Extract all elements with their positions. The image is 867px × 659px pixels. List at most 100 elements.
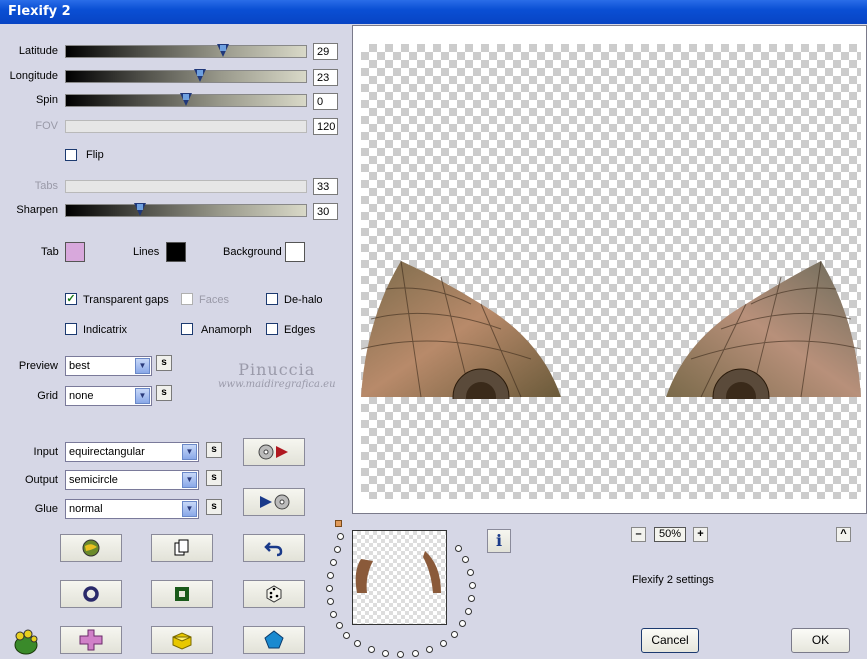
cube-button[interactable] (151, 626, 213, 654)
zoom-out-button[interactable]: – (631, 527, 646, 542)
latitude-value[interactable]: 29 (313, 43, 338, 60)
navigator-dot[interactable] (397, 651, 404, 658)
latitude-slider[interactable] (65, 44, 307, 58)
title-bar: Flexify 2 (0, 0, 867, 24)
chevron-down-icon[interactable]: ▼ (182, 444, 197, 460)
navigator-dot[interactable] (354, 640, 361, 647)
chevron-down-icon[interactable]: ▼ (135, 358, 150, 374)
transparent-gaps-checkbox[interactable]: ✓ (65, 293, 77, 305)
navigator-dot[interactable] (330, 559, 337, 566)
latitude-label: Latitude (18, 45, 58, 57)
spin-thumb[interactable] (180, 93, 192, 106)
longitude-value[interactable]: 23 (313, 69, 338, 86)
randomize-globe-button[interactable] (60, 534, 122, 562)
lines-color-swatch[interactable] (166, 242, 186, 262)
navigator-dot[interactable] (440, 640, 447, 647)
navigator-dot[interactable] (327, 598, 334, 605)
pentagon-button[interactable] (243, 626, 305, 654)
input-select[interactable]: equirectangular ▼ (65, 442, 199, 462)
dice-icon (266, 585, 282, 603)
ok-button[interactable]: OK (791, 628, 850, 653)
output-label: Output (24, 474, 58, 486)
tabs-slider (65, 180, 307, 193)
longitude-slider[interactable] (65, 69, 307, 83)
input-s-button[interactable]: s (206, 442, 222, 458)
ring-button[interactable] (60, 580, 122, 608)
edges-checkbox[interactable] (266, 323, 278, 335)
square-button[interactable] (151, 580, 213, 608)
preview-canvas[interactable] (352, 25, 867, 514)
tab-color-swatch[interactable] (65, 242, 85, 262)
navigator-dot[interactable] (455, 545, 462, 552)
glue-s-button[interactable]: s (206, 499, 222, 515)
faces-checkbox (181, 293, 193, 305)
sharpen-slider[interactable] (65, 203, 307, 217)
output-s-button[interactable]: s (206, 470, 222, 486)
copy-button[interactable] (151, 534, 213, 562)
zoom-in-button[interactable]: + (693, 527, 708, 542)
navigator-dot[interactable] (412, 650, 419, 657)
navigator-dot[interactable] (451, 631, 458, 638)
sharpen-thumb[interactable] (134, 203, 146, 216)
background-color-swatch[interactable] (285, 242, 305, 262)
chevron-down-icon[interactable]: ▼ (182, 472, 197, 488)
de-halo-checkbox[interactable] (266, 293, 278, 305)
undo-button[interactable] (243, 534, 305, 562)
spin-slider[interactable] (65, 93, 307, 107)
cancel-button[interactable]: Cancel (641, 628, 699, 653)
preview-select[interactable]: best ▼ (65, 356, 152, 376)
navigator-thumbnail[interactable] (352, 530, 447, 625)
navigator-dot[interactable] (426, 646, 433, 653)
grid-select[interactable]: none ▼ (65, 386, 152, 406)
navigator-dot[interactable] (462, 556, 469, 563)
navigator-dot[interactable] (327, 572, 334, 579)
anamorph-checkbox[interactable] (181, 323, 193, 335)
navigator-marker[interactable] (335, 520, 342, 527)
transparent-gaps-label: Transparent gaps (83, 294, 169, 306)
navigator-dot[interactable] (465, 608, 472, 615)
ring-icon (83, 586, 99, 602)
swap-input-output-button[interactable] (243, 438, 305, 466)
navigator-dot[interactable] (326, 585, 333, 592)
output-select[interactable]: semicircle ▼ (65, 470, 199, 490)
preview-select-value: best (69, 360, 90, 372)
chevron-down-icon[interactable]: ▼ (182, 501, 197, 517)
thumbnail-render (355, 551, 441, 593)
check-mark-icon: ✓ (66, 293, 76, 305)
grid-s-button[interactable]: s (156, 385, 172, 401)
tabs-value[interactable]: 33 (313, 178, 338, 195)
info-button[interactable]: i (487, 529, 511, 553)
fov-value[interactable]: 120 (313, 118, 338, 135)
navigator-dot[interactable] (334, 546, 341, 553)
glue-select[interactable]: normal ▼ (65, 499, 199, 519)
navigator-dot[interactable] (330, 611, 337, 618)
preview-s-button[interactable]: s (156, 355, 172, 371)
dice-button[interactable] (243, 580, 305, 608)
anamorph-label: Anamorph (201, 324, 252, 336)
navigator-dot[interactable] (468, 595, 475, 602)
navigator-dot[interactable] (368, 646, 375, 653)
navigator-dot[interactable] (467, 569, 474, 576)
navigator-dot[interactable] (382, 650, 389, 657)
watermark-title: Pinuccia (238, 360, 316, 379)
flip-checkbox[interactable] (65, 149, 77, 161)
chevron-down-icon[interactable]: ▼ (135, 388, 150, 404)
swap-output-input-button[interactable] (243, 488, 305, 516)
navigator-dot[interactable] (459, 620, 466, 627)
copy-icon (174, 539, 189, 556)
sharpen-value[interactable]: 30 (313, 203, 338, 220)
longitude-thumb[interactable] (194, 69, 206, 82)
latitude-thumb[interactable] (217, 44, 229, 57)
spin-value[interactable]: 0 (313, 93, 338, 110)
input-label: Input (33, 446, 58, 458)
navigator-dot[interactable] (469, 582, 476, 589)
navigator-dot[interactable] (336, 622, 343, 629)
de-halo-label: De-halo (284, 294, 323, 306)
watermark-url: www.maidiregrafica.eu (218, 379, 336, 390)
navigator-dot[interactable] (337, 533, 344, 540)
navigator-dot[interactable] (343, 632, 350, 639)
undo-icon (264, 542, 283, 557)
indicatrix-checkbox[interactable] (65, 323, 77, 335)
scroll-up-button[interactable]: ^ (836, 527, 851, 542)
cross-button[interactable] (60, 626, 122, 654)
